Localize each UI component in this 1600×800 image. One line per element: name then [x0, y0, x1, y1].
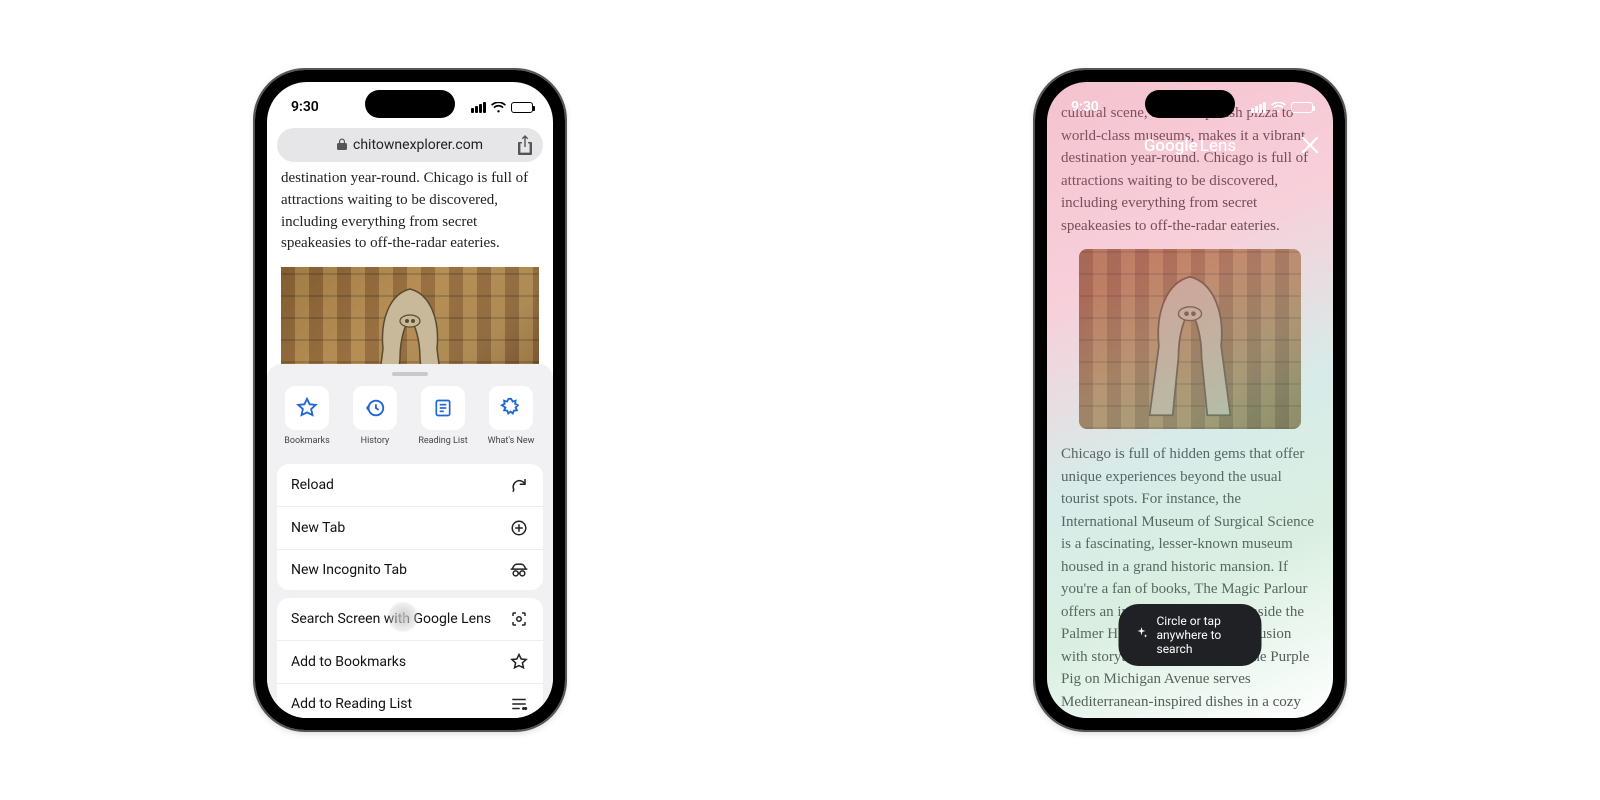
- menu-add-bookmarks[interactable]: Add to Bookmarks: [277, 641, 543, 684]
- plus-circle-icon: [509, 519, 529, 537]
- dynamic-island: [365, 90, 455, 118]
- menu-new-incognito[interactable]: New Incognito Tab: [277, 550, 543, 590]
- dynamic-island: [1145, 90, 1235, 118]
- cellular-icon: [1251, 102, 1266, 113]
- article-text: destination year-round. Chicago is full …: [281, 168, 539, 255]
- menu-add-reading-list[interactable]: Add to Reading List: [277, 684, 543, 718]
- screen-right[interactable]: cultural scene, from deep-dish pizza to …: [1047, 82, 1333, 718]
- history-icon: [353, 386, 397, 430]
- status-time: 9:30: [291, 99, 319, 115]
- screen-left: 9:30 chitownexplorer.com destination yea…: [267, 82, 553, 718]
- menu-search-lens[interactable]: Search Screen with Google Lens: [277, 598, 543, 641]
- menu-sheet[interactable]: Bookmarks History Reading List: [267, 364, 553, 718]
- address-bar[interactable]: chitownexplorer.com: [277, 128, 543, 162]
- wifi-icon: [491, 102, 506, 113]
- lens-header: Google Lens: [1047, 136, 1333, 156]
- wifi-icon: [1271, 102, 1286, 113]
- whats-new-icon: [489, 386, 533, 430]
- status-time: 9:30: [1071, 99, 1099, 115]
- menu-group-2: Search Screen with Google Lens Add to Bo…: [277, 598, 543, 718]
- status-indicators: [471, 102, 533, 113]
- reload-icon: [509, 476, 529, 494]
- quick-reading-list[interactable]: Reading List: [415, 386, 471, 446]
- menu-new-tab[interactable]: New Tab: [277, 507, 543, 550]
- lens-title: Google Lens: [1144, 136, 1236, 156]
- phone-left: 9:30 chitownexplorer.com destination yea…: [255, 70, 565, 730]
- battery-icon: [511, 102, 533, 113]
- close-icon[interactable]: [1301, 136, 1319, 157]
- lens-hint-pill: Circle or tap anywhere to search: [1119, 604, 1262, 666]
- quick-whats-new[interactable]: What's New: [483, 386, 539, 446]
- tap-indicator: [387, 601, 419, 633]
- url-text: chitownexplorer.com: [353, 137, 483, 153]
- quick-passwords[interactable]: Pass: [551, 386, 553, 446]
- menu-group-1: Reload New Tab New Incognito Tab: [277, 464, 543, 590]
- reading-add-icon: [509, 696, 529, 712]
- star-icon: [285, 386, 329, 430]
- lens-icon: [509, 610, 529, 628]
- menu-reload[interactable]: Reload: [277, 464, 543, 507]
- incognito-icon: [509, 562, 529, 578]
- battery-icon: [1291, 102, 1313, 113]
- sheet-grabber[interactable]: [392, 372, 428, 376]
- status-indicators: [1251, 102, 1313, 113]
- reading-list-icon: [421, 386, 465, 430]
- quick-history[interactable]: History: [347, 386, 403, 446]
- sparkle-icon: [1135, 626, 1149, 644]
- lock-icon: [337, 138, 347, 153]
- quick-actions-row: Bookmarks History Reading List: [267, 386, 553, 456]
- quick-bookmarks[interactable]: Bookmarks: [279, 386, 335, 446]
- star-outline-icon: [509, 653, 529, 671]
- phone-right: cultural scene, from deep-dish pizza to …: [1035, 70, 1345, 730]
- cellular-icon: [471, 102, 486, 113]
- lens-hint-text: Circle or tap anywhere to search: [1157, 614, 1246, 656]
- share-icon[interactable]: [517, 135, 533, 159]
